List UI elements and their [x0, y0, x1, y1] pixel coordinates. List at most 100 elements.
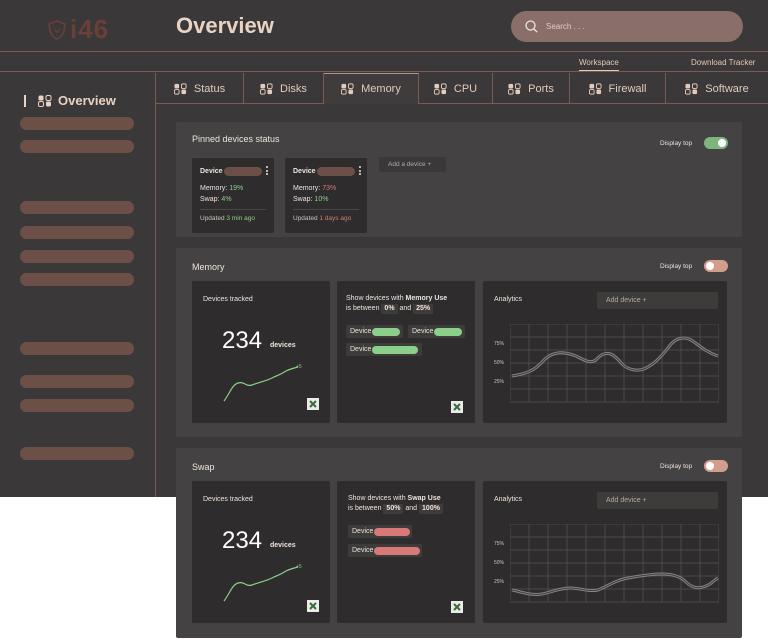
tab-status[interactable]: Status [156, 73, 244, 104]
tracked-count: 234 [222, 527, 263, 554]
analytics-chart [510, 324, 719, 403]
tracked-delta: +5 [296, 564, 302, 570]
device-label: Device [293, 168, 316, 175]
display-top-toggle[interactable] [704, 260, 728, 272]
tab-icon [433, 82, 447, 95]
logo-text: i46 [70, 14, 110, 44]
analytics-chart [510, 524, 719, 603]
updated-line: Updated 3 min ago [200, 215, 255, 222]
tab-label: CPU [453, 82, 478, 95]
device-chip[interactable]: Device [348, 544, 422, 557]
tab-cpu[interactable]: CPU [419, 73, 493, 104]
sidebar-item[interactable] [20, 250, 134, 263]
y-tick-label: 75% [494, 341, 505, 347]
display-top-toggle[interactable] [704, 460, 728, 472]
filter-line-1: Show devices with Swap Use [348, 495, 441, 502]
filter-high-value[interactable]: 25% [413, 304, 434, 314]
tracked-unit: devices [270, 342, 296, 349]
divider [200, 209, 266, 210]
more-options-icon[interactable] [266, 166, 268, 177]
page-title: Overview [176, 13, 274, 38]
display-top-label: Display top [660, 140, 693, 147]
tab-ports[interactable]: Ports [493, 73, 570, 104]
filter-high-value[interactable]: 100% [419, 504, 443, 514]
analytics-add-device[interactable]: Add device + [597, 292, 718, 309]
analytics-title: Analytics [494, 296, 523, 303]
device-name-placeholder [317, 167, 355, 176]
sidebar-item[interactable] [20, 201, 134, 214]
memory-value: 73% [322, 185, 337, 192]
swap-value: 4% [221, 196, 232, 203]
more-options-icon[interactable] [359, 166, 361, 177]
device-chip[interactable]: Device [346, 325, 403, 338]
device-label: Device [200, 168, 223, 175]
memory-line: Memory: 19% [200, 185, 244, 192]
active-indicator [24, 94, 26, 107]
tab-label: Ports [528, 82, 554, 95]
sidebar-item[interactable] [20, 140, 134, 153]
add-device-button[interactable]: Add a device + [379, 157, 446, 172]
y-tick-label: 50% [494, 560, 505, 566]
sub-navigation: Workspace Download Tracker [0, 53, 768, 72]
display-top-toggle[interactable] [704, 137, 728, 149]
tab-icon [341, 83, 354, 95]
analytics-add-device[interactable]: Add device + [597, 492, 718, 509]
pinned-device-card[interactable]: Device Memory: 19% Swap: 4% Updated 3 mi… [192, 158, 274, 233]
display-top-label: Display top [660, 463, 693, 470]
sidebar-item[interactable] [20, 399, 134, 412]
logo[interactable]: i46 [46, 14, 109, 45]
tracked-unit: devices [270, 542, 296, 549]
device-chip[interactable]: Device [346, 343, 422, 356]
tab-firewall[interactable]: Firewall [570, 73, 666, 104]
sidebar-item[interactable] [20, 117, 134, 130]
filter-low-value[interactable]: 0% [381, 304, 398, 314]
tab-label: Status [193, 82, 226, 95]
devices-tracked-card: Devices tracked 234 devices +5 [192, 481, 330, 623]
tracked-title: Devices tracked [203, 296, 253, 303]
top-bar: i46 Overview [0, 0, 768, 52]
filter-line-2: is between 0% and 25% [346, 304, 434, 314]
sidebar-item-overview[interactable]: Overview [24, 93, 116, 108]
shield-logo-icon [48, 19, 66, 40]
search-input[interactable] [546, 22, 716, 31]
updated-value: 3 min ago [226, 215, 255, 222]
excel-export-icon[interactable] [451, 601, 463, 613]
tracked-delta: +5 [296, 364, 302, 370]
device-chip[interactable]: Device [408, 325, 465, 338]
sidebar-item[interactable] [20, 447, 134, 460]
download-tracker-link[interactable]: Download Tracker [691, 58, 755, 67]
tab-icon [508, 82, 521, 95]
memory-panel: Memory Display top Devices tracked 234 d… [176, 248, 742, 437]
sidebar-item[interactable] [20, 226, 134, 239]
pinned-device-card[interactable]: Device Memory: 73% Swap: 10% Updated 1 d… [285, 158, 367, 233]
display-top-label: Display top [660, 263, 693, 270]
tab-icon [588, 82, 602, 95]
sidebar-item[interactable] [20, 342, 134, 355]
tab-icon [173, 82, 187, 95]
tab-label: Disks [280, 82, 307, 95]
sidebar-item[interactable] [20, 375, 134, 388]
excel-export-icon[interactable] [307, 600, 319, 612]
pinned-devices-panel: Pinned devices status Display top Device… [176, 122, 742, 237]
swap-title: Swap [192, 462, 215, 472]
search-bar[interactable] [511, 11, 743, 42]
divider [293, 209, 359, 210]
filter-card: Show devices with Memory Use is between … [337, 281, 475, 423]
tab-disks[interactable]: Disks [244, 73, 324, 104]
filter-metric: Swap Use [407, 495, 441, 502]
updated-value: 1 days ago [319, 215, 352, 222]
excel-export-icon[interactable] [307, 398, 319, 410]
tab-icon [685, 82, 698, 95]
memory-line: Memory: 73% [293, 185, 337, 192]
tab-memory[interactable]: Memory [324, 73, 419, 104]
sidebar-item[interactable] [20, 273, 134, 286]
excel-export-icon[interactable] [451, 401, 463, 413]
filter-line-2: is between 50% and 100% [348, 504, 443, 514]
filter-low-value[interactable]: 50% [383, 504, 404, 514]
device-chip[interactable]: Device [348, 525, 412, 538]
tab-software[interactable]: Software [666, 73, 768, 104]
app-root: i46 Overview Workspace Download Tracker … [0, 0, 768, 639]
tab-bar: Status Disks Memory CPU Ports Firewall S… [156, 73, 768, 104]
tab-label: Firewall [608, 82, 647, 95]
workspace-link[interactable]: Workspace [579, 58, 619, 71]
